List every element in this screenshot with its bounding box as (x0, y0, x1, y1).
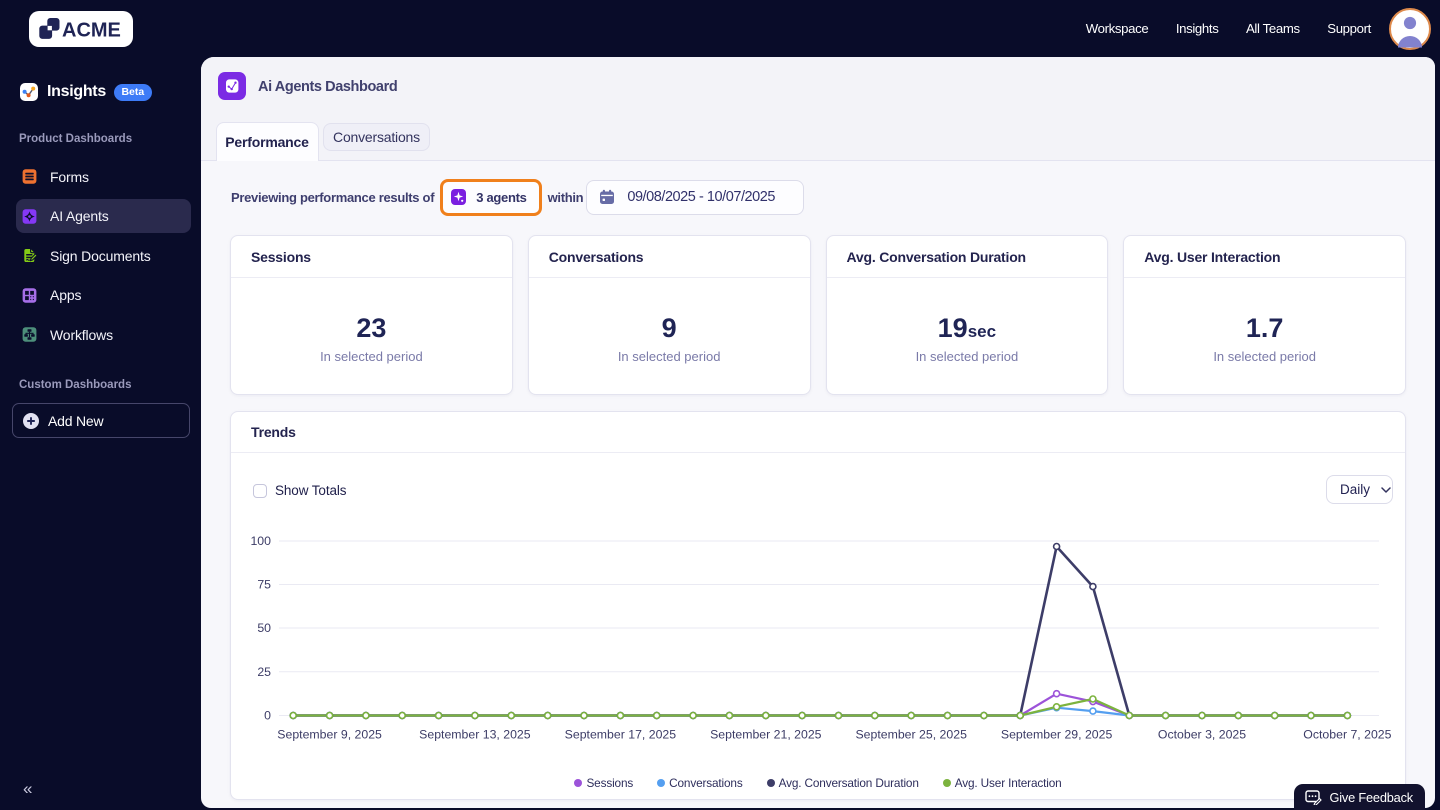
svg-text:0: 0 (264, 709, 271, 723)
svg-text:100: 100 (250, 534, 271, 548)
svg-text:September 13, 2025: September 13, 2025 (419, 728, 531, 742)
svg-text:September 17, 2025: September 17, 2025 (565, 728, 677, 742)
svg-text:October 3, 2025: October 3, 2025 (1158, 728, 1246, 742)
svg-text:September 25, 2025: September 25, 2025 (855, 728, 967, 742)
svg-text:75: 75 (257, 578, 271, 592)
svg-text:25: 25 (257, 665, 271, 679)
svg-text:September 9, 2025: September 9, 2025 (277, 728, 382, 742)
svg-text:ACME: ACME (62, 20, 121, 42)
svg-text:October 7, 2025: October 7, 2025 (1303, 728, 1391, 742)
svg-text:September 29, 2025: September 29, 2025 (1001, 728, 1113, 742)
svg-text:September 21, 2025: September 21, 2025 (710, 728, 822, 742)
svg-text:50: 50 (257, 621, 271, 635)
